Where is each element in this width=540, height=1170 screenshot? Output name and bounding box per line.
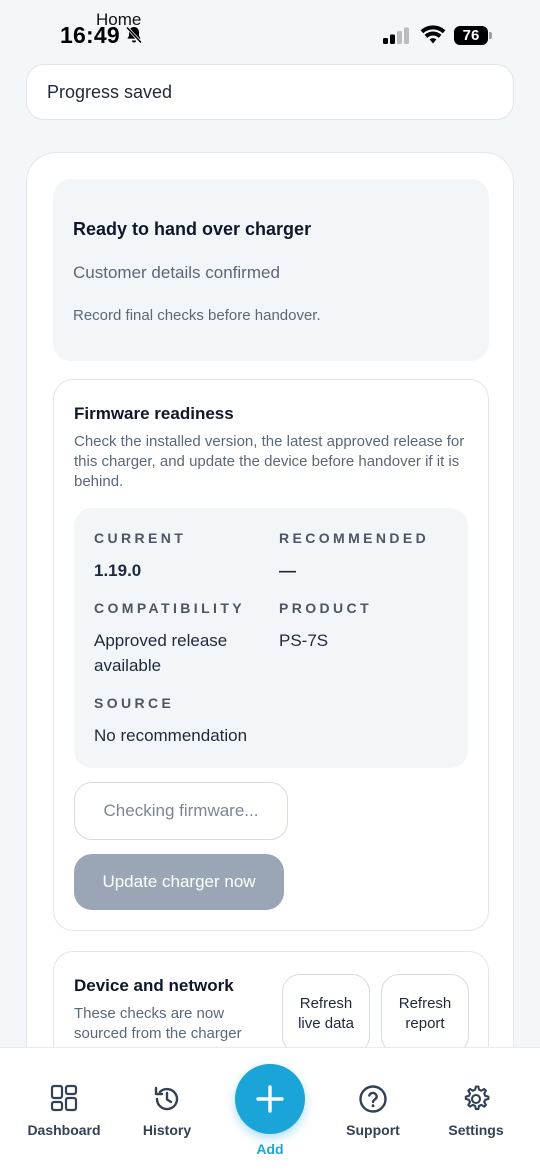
add-label: Add	[256, 1141, 284, 1157]
current-value: 1.19.0	[94, 561, 142, 580]
progress-saved-toast: Progress saved	[26, 64, 514, 120]
gear-icon	[464, 1085, 490, 1111]
wifi-icon	[420, 25, 446, 44]
signal-icon	[383, 27, 409, 44]
current-label: CURRENT	[94, 530, 187, 546]
help-circle-icon	[359, 1085, 387, 1113]
bell-muted-icon	[125, 26, 143, 44]
nav-history[interactable]: History	[117, 1048, 217, 1170]
handover-card: Ready to hand over charger Customer deta…	[26, 152, 514, 1152]
status-bar: Home 16:49 76	[0, 0, 540, 60]
nav-support[interactable]: Support	[323, 1048, 423, 1170]
device-description: These checks are now sourced from the ch…	[74, 1005, 242, 1042]
source-label: SOURCE	[94, 695, 175, 711]
nav-dashboard[interactable]: Dashboard	[14, 1048, 114, 1170]
nav-dashboard-label: Dashboard	[27, 1122, 101, 1138]
ready-title: Ready to hand over charger	[73, 219, 312, 239]
plus-icon	[256, 1085, 284, 1113]
firmware-info-grid: CURRENT 1.19.0 RECOMMENDED — COMPATIBILI…	[74, 508, 468, 768]
battery-indicator: 76	[454, 26, 492, 45]
nav-support-label: Support	[346, 1122, 400, 1138]
update-charger-button[interactable]: Update charger now	[74, 854, 284, 910]
source-value: No recommendation	[94, 726, 248, 745]
battery-tip	[489, 32, 492, 39]
firmware-readiness-card: Firmware readiness Check the installed v…	[53, 379, 489, 931]
recommended-value: —	[279, 561, 296, 580]
status-time: 16:49	[60, 22, 120, 48]
refresh-report-button[interactable]: Refresh report	[381, 974, 469, 1054]
ready-note: Record final checks before handover.	[73, 307, 321, 324]
firmware-description: Check the installed version, the latest …	[74, 433, 465, 490]
history-icon	[154, 1086, 179, 1111]
compatibility-label: COMPATIBILITY	[94, 600, 246, 616]
recommended-label: RECOMMENDED	[279, 530, 430, 546]
product-label: PRODUCT	[279, 600, 373, 616]
ready-panel: Ready to hand over charger Customer deta…	[53, 179, 489, 361]
compatibility-value: Approved release available	[94, 631, 228, 675]
nav-settings[interactable]: Settings	[426, 1048, 526, 1170]
battery-level: 76	[454, 26, 488, 45]
ready-subtitle: Customer details confirmed	[73, 263, 280, 282]
product-value: PS-7S	[279, 631, 329, 650]
firmware-title: Firmware readiness	[74, 404, 234, 423]
add-button[interactable]	[235, 1064, 305, 1134]
refresh-live-data-button[interactable]: Refresh live data	[282, 974, 370, 1054]
checking-firmware-button[interactable]: Checking firmware...	[74, 782, 288, 840]
device-title: Device and network	[74, 976, 234, 995]
nav-history-label: History	[142, 1122, 192, 1138]
nav-settings-label: Settings	[448, 1122, 504, 1138]
dashboard-icon	[50, 1084, 78, 1112]
